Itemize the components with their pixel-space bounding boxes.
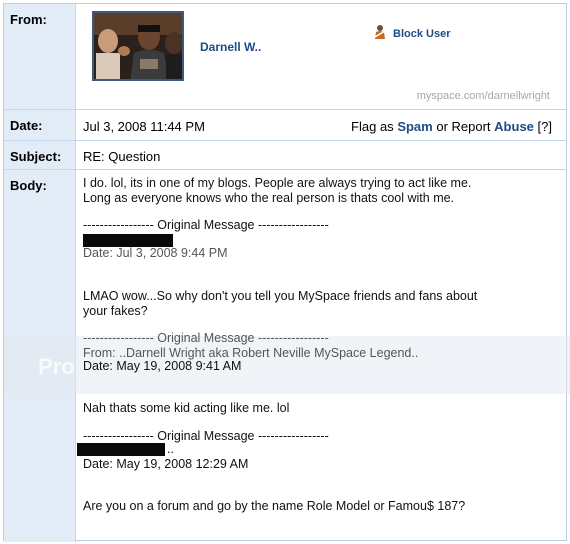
body-row: Body: Pro I do. lol, its in one of my bl… [4,170,570,542]
original-message-divider: ----------------- Original Message -----… [83,218,329,232]
date-value: Jul 3, 2008 11:44 PM [83,119,205,134]
flag-as-text: Flag as [351,119,394,134]
sender-name-link[interactable]: Darnell W.. [200,40,261,54]
from-value: Darnell W.. Block User myspace.com/darne… [77,4,566,109]
subject-row: Subject: RE: Question [4,141,566,170]
quoted-date: Date: May 19, 2008 12:29 AM [83,457,249,471]
body-line: I do. lol, its in one of my blogs. Peopl… [83,176,472,190]
original-message-divider: ----------------- Original Message -----… [83,429,329,443]
block-user-label: Block User [393,27,451,40]
abuse-link[interactable]: Abuse [494,119,534,134]
profile-url: myspace.com/darnellwright [416,90,550,102]
body-line: Nah thats some kid acting like me. lol [83,401,290,415]
date-value-cell: Jul 3, 2008 11:44 PM Flag as Spam or Rep… [77,110,566,140]
quoted-date: Date: May 19, 2008 9:41 AM [83,359,242,373]
help-link[interactable]: [?] [538,119,552,134]
quoted-date: Date: Jul 3, 2008 9:44 PM [83,246,228,260]
subject-value-cell: RE: Question [77,141,566,169]
subject-value: RE: Question [83,149,161,164]
subject-label: Subject: [4,141,76,169]
date-label: Date: [4,110,76,140]
block-user-button[interactable]: Block User [373,24,450,43]
date-row: Date: Jul 3, 2008 11:44 PM Flag as Spam … [4,110,566,141]
spam-link[interactable]: Spam [397,119,432,134]
body-line: your fakes? [83,304,148,318]
original-message-divider: ----------------- Original Message -----… [83,331,329,345]
message-view: From: Darnell W.. Block User myspace.com… [3,3,570,542]
body-content: Pro I do. lol, its in one of my blogs. P… [4,170,570,542]
quoted-from-dots: .. [167,442,174,456]
from-label: From: [4,4,76,109]
block-user-icon [373,24,387,43]
flag-controls: Flag as Spam or Report Abuse [?] [351,119,552,134]
redaction-bar [77,443,165,456]
quoted-from: From: ..Darnell Wright aka Robert Nevill… [83,346,419,360]
body-line: Are you on a forum and go by the name Ro… [83,499,466,513]
body-line: Long as everyone knows who the real pers… [83,191,455,205]
watermark-text: Pro [38,354,75,379]
avatar[interactable] [92,11,184,81]
from-row: From: Darnell W.. Block User myspace.com… [4,4,566,110]
or-report-text: or Report [436,119,491,134]
body-line: LMAO wow...So why don't you tell you MyS… [83,289,478,303]
